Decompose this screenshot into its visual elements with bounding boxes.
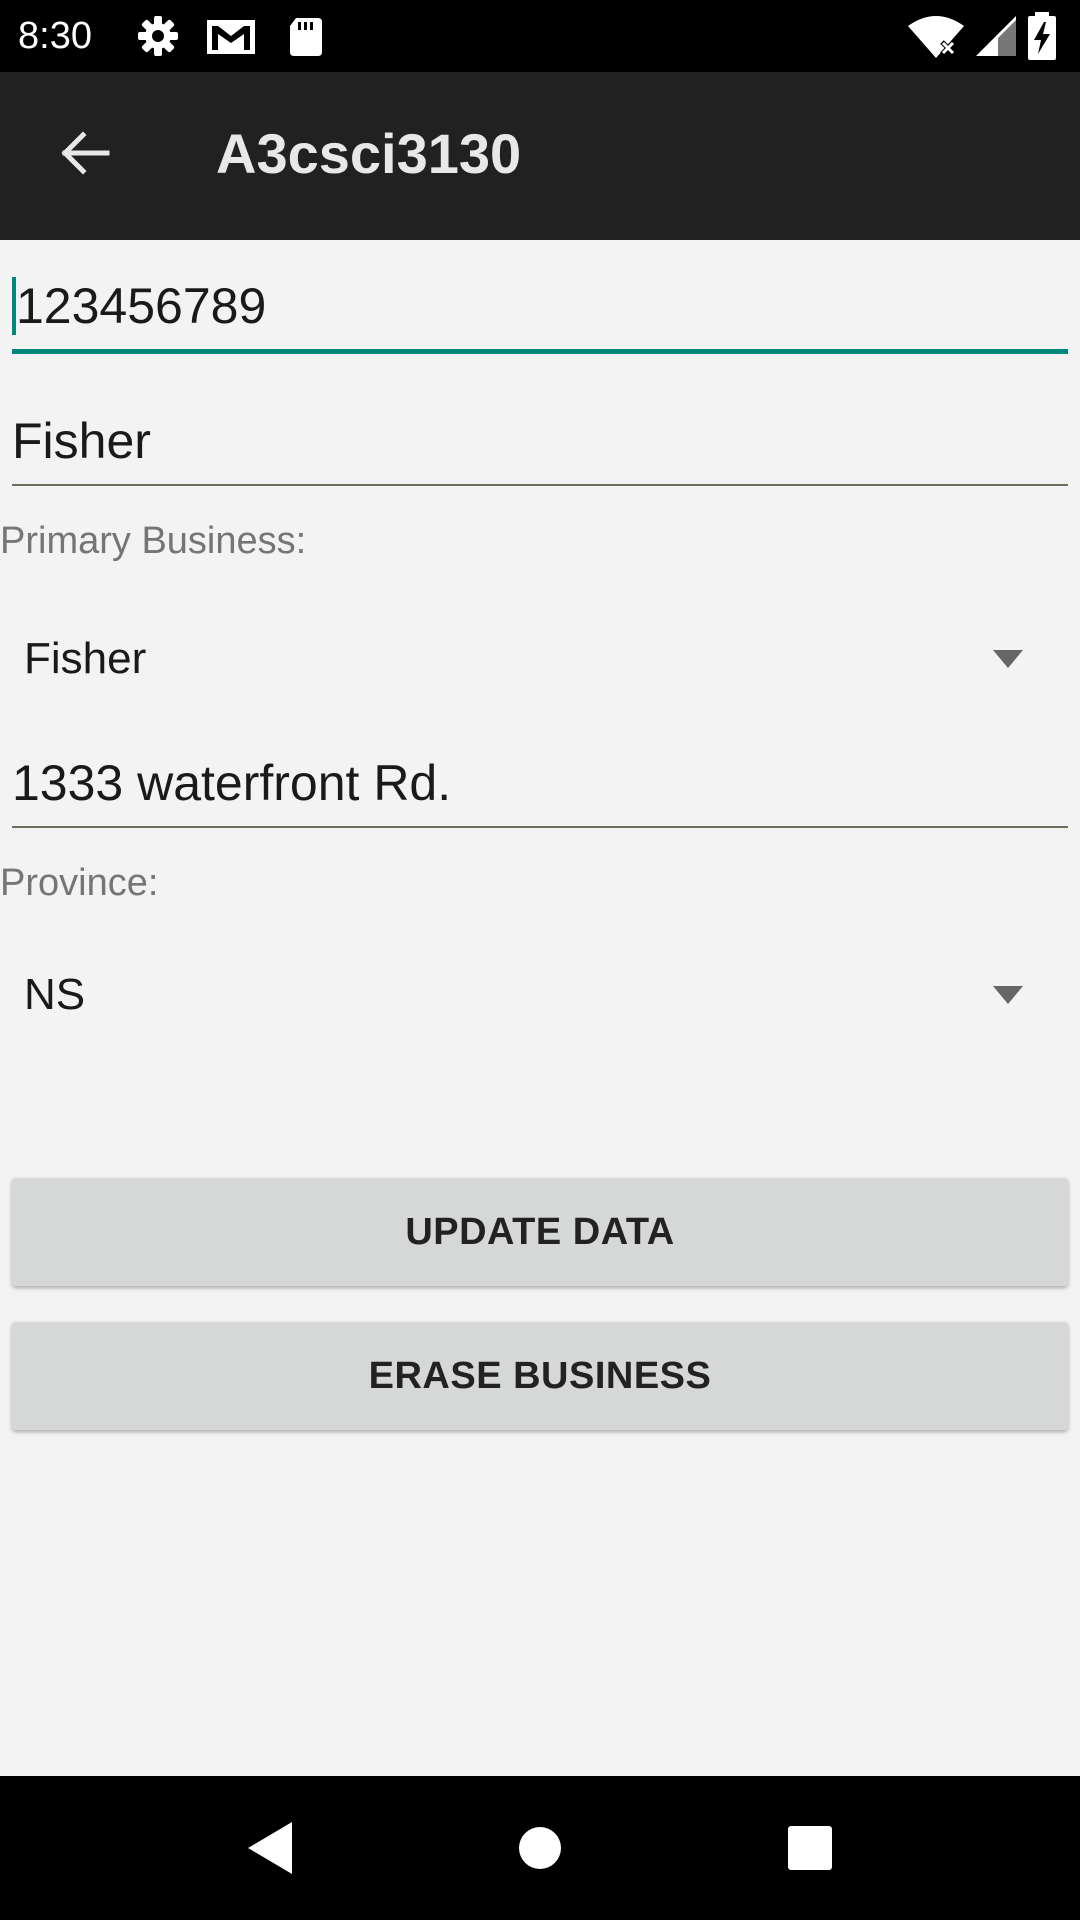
erase-business-button[interactable]: ERASE BUSINESS [12, 1322, 1068, 1430]
status-time: 8:30 [18, 15, 92, 57]
gear-icon [134, 12, 182, 60]
back-arrow-icon [61, 131, 110, 175]
province-value: NS [24, 970, 86, 1019]
signal-icon [972, 12, 1020, 60]
address-field[interactable]: 1333 waterfront Rd. [12, 738, 1068, 828]
province-spinner[interactable]: NS [0, 942, 1080, 1052]
primary-business-spinner[interactable]: Fisher [0, 606, 1080, 716]
primary-business-label: Primary Business: [0, 520, 307, 562]
recents-square-icon[interactable] [774, 1812, 846, 1884]
address-field-value: 1333 waterfront Rd. [12, 755, 452, 811]
gmail-icon [204, 12, 258, 60]
wifi-icon [906, 12, 966, 60]
back-triangle-icon[interactable] [234, 1812, 306, 1884]
navigation-bar [0, 1776, 1080, 1920]
back-button[interactable] [44, 112, 126, 194]
app-title: A3csci3130 [216, 122, 522, 185]
province-label: Province: [0, 862, 159, 904]
name-field[interactable]: Fisher [12, 396, 1068, 486]
form-content: 123456789 Fisher Primary Business: Fishe… [0, 240, 1080, 1776]
sd-card-icon [282, 12, 330, 60]
update-data-button[interactable]: UPDATE DATA [12, 1178, 1068, 1286]
primary-business-value: Fisher [24, 634, 147, 683]
battery-charging-icon [1022, 12, 1062, 60]
id-field-value: 123456789 [16, 278, 267, 334]
dropdown-arrow-icon [993, 650, 1023, 668]
dropdown-arrow-icon [993, 986, 1023, 1004]
status-bar: 8:30 [0, 0, 1080, 72]
name-field-value: Fisher [12, 413, 151, 469]
app-bar: A3csci3130 [0, 72, 1080, 240]
id-field[interactable]: 123456789 [12, 264, 1068, 354]
home-circle-icon[interactable] [504, 1812, 576, 1884]
